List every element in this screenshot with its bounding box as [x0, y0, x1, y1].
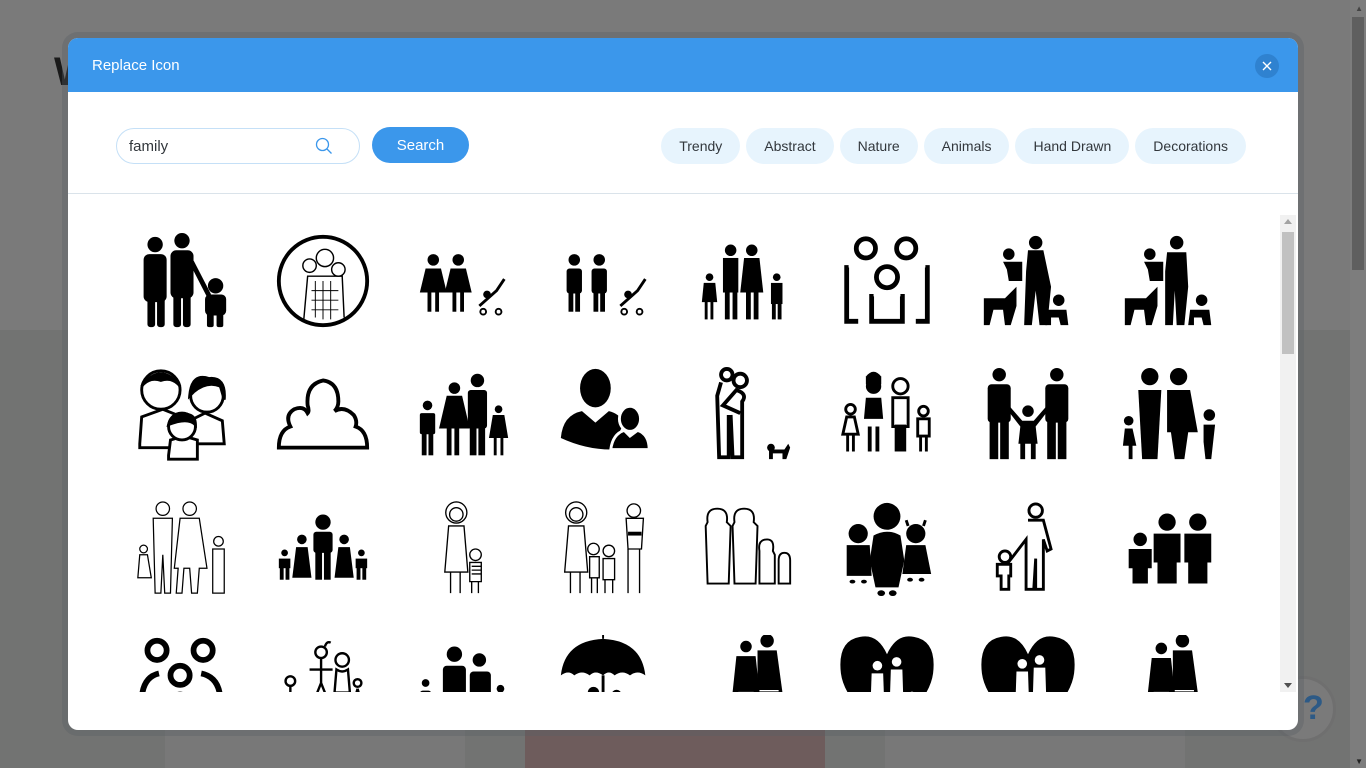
- family-walking-silhouette-alt-icon: [1147, 635, 1198, 692]
- search-input[interactable]: [129, 129, 309, 163]
- icon-tile[interactable]: [414, 233, 514, 329]
- icon-tile[interactable]: [696, 233, 796, 329]
- family-three-solid-icon: [1128, 513, 1212, 584]
- family-five-small-icon: [278, 514, 368, 580]
- family-heart-black-alt-icon: [981, 636, 1075, 692]
- icon-tile[interactable]: [696, 367, 796, 463]
- search-icon[interactable]: [315, 137, 333, 155]
- icon-tile[interactable]: [555, 233, 655, 329]
- category-chip-trendy[interactable]: Trendy: [661, 128, 741, 164]
- icon-tile[interactable]: [1119, 635, 1219, 692]
- category-chip-decorations[interactable]: Decorations: [1135, 128, 1246, 164]
- family-three-kids-silhouette-icon: [846, 502, 932, 597]
- scroll-down-icon[interactable]: [1284, 683, 1292, 688]
- icon-tile[interactable]: [696, 635, 796, 692]
- icon-tile[interactable]: [978, 501, 1078, 597]
- icon-tile[interactable]: [273, 367, 373, 463]
- family-four-rounded-icon: [420, 646, 505, 692]
- family-outline-cloud-icon: [276, 378, 370, 450]
- family-sketch-circle-icon: [276, 234, 370, 328]
- family-walking-silhouette-icon: [732, 635, 783, 692]
- dialog-title: Replace Icon: [92, 57, 180, 74]
- family-heart-black-icon: [840, 636, 934, 692]
- icon-tile[interactable]: [273, 501, 373, 597]
- icon-tile[interactable]: [1119, 367, 1219, 463]
- family-four-holding-hands-icon: [701, 244, 783, 320]
- icon-tile[interactable]: [273, 233, 373, 329]
- couple-hug-dog-outline-icon: [715, 367, 791, 460]
- family-parents-child-solid-icon: [143, 233, 227, 328]
- icon-tile[interactable]: [837, 501, 937, 597]
- father-baby-dog-child-icon: [1124, 235, 1212, 326]
- icon-tile[interactable]: [837, 635, 937, 692]
- cartoon-family-smiling-icon: [138, 369, 226, 461]
- close-button[interactable]: [1255, 54, 1279, 78]
- search-field[interactable]: [116, 128, 360, 164]
- page-scroll-up-icon[interactable]: ▲: [1355, 4, 1363, 13]
- family-four-block-icon: [1122, 367, 1216, 460]
- parent-child-user-icon: [560, 368, 651, 451]
- dialog-header: Replace Icon: [68, 38, 1298, 92]
- family-outline-rounded-four-icon: [704, 507, 792, 585]
- two-parents-child-middle-icon: [987, 367, 1069, 460]
- icon-tile[interactable]: [414, 367, 514, 463]
- family-under-umbrella-icon: [560, 635, 646, 692]
- family-four-pictogram-icon: [419, 373, 509, 456]
- icon-tile[interactable]: [555, 501, 655, 597]
- page-scrollbar[interactable]: ▲ ▼: [1350, 0, 1366, 768]
- father-child-outline-icon: [995, 502, 1053, 591]
- icon-tile[interactable]: [132, 367, 232, 463]
- category-chips: Trendy Abstract Nature Animals Hand Draw…: [661, 128, 1246, 164]
- category-chip-nature[interactable]: Nature: [839, 128, 918, 164]
- scroll-thumb[interactable]: [1282, 232, 1294, 354]
- page-scroll-down-icon[interactable]: ▼: [1355, 757, 1363, 766]
- icon-tile[interactable]: [696, 501, 796, 597]
- icon-tile[interactable]: [837, 233, 937, 329]
- two-women-stroller-icon: [419, 254, 506, 316]
- category-chip-animals[interactable]: Animals: [923, 128, 1010, 164]
- family-four-sketch-icon: [563, 501, 645, 594]
- results-scrollbar[interactable]: [1280, 215, 1296, 692]
- icon-grid: [132, 233, 1219, 692]
- icon-results: [68, 195, 1280, 692]
- family-rings-outline-icon: [139, 637, 223, 692]
- category-chip-abstract[interactable]: Abstract: [746, 128, 834, 164]
- icon-tile[interactable]: [132, 233, 232, 329]
- icon-tile[interactable]: [1119, 233, 1219, 329]
- icon-tile[interactable]: [132, 501, 232, 597]
- icon-tile[interactable]: [837, 367, 937, 463]
- family-outline-rounded-icon: [844, 236, 930, 324]
- family-thin-outline-icon: [137, 501, 225, 594]
- icon-tile[interactable]: [414, 501, 514, 597]
- category-chip-hand-drawn[interactable]: Hand Drawn: [1015, 128, 1130, 164]
- close-icon: [1262, 61, 1272, 71]
- search-toolbar: Search Trendy Abstract Nature Animals Ha…: [68, 92, 1298, 194]
- icon-tile[interactable]: [1119, 501, 1219, 597]
- mother-daughter-sketch-icon: [444, 501, 482, 594]
- icon-tile[interactable]: [273, 635, 373, 692]
- icon-tile[interactable]: [132, 635, 232, 692]
- replace-icon-dialog: Replace Icon Search Trendy Abstract Natu…: [68, 38, 1298, 730]
- icon-tile[interactable]: [978, 635, 1078, 692]
- help-icon: ?: [1303, 689, 1324, 727]
- icon-tile[interactable]: [978, 233, 1078, 329]
- scroll-up-icon[interactable]: [1284, 219, 1292, 224]
- two-men-stroller-icon: [566, 254, 647, 316]
- icon-tile[interactable]: [555, 367, 655, 463]
- family-stick-drawing-icon: [284, 641, 363, 692]
- search-button[interactable]: Search: [372, 127, 469, 163]
- icon-tile[interactable]: [978, 367, 1078, 463]
- mother-baby-dog-child-icon: [983, 235, 1069, 326]
- page-scroll-thumb[interactable]: [1352, 17, 1364, 270]
- family-four-mixed-icon: [841, 371, 931, 452]
- icon-tile[interactable]: [414, 635, 514, 692]
- icon-tile[interactable]: [555, 635, 655, 692]
